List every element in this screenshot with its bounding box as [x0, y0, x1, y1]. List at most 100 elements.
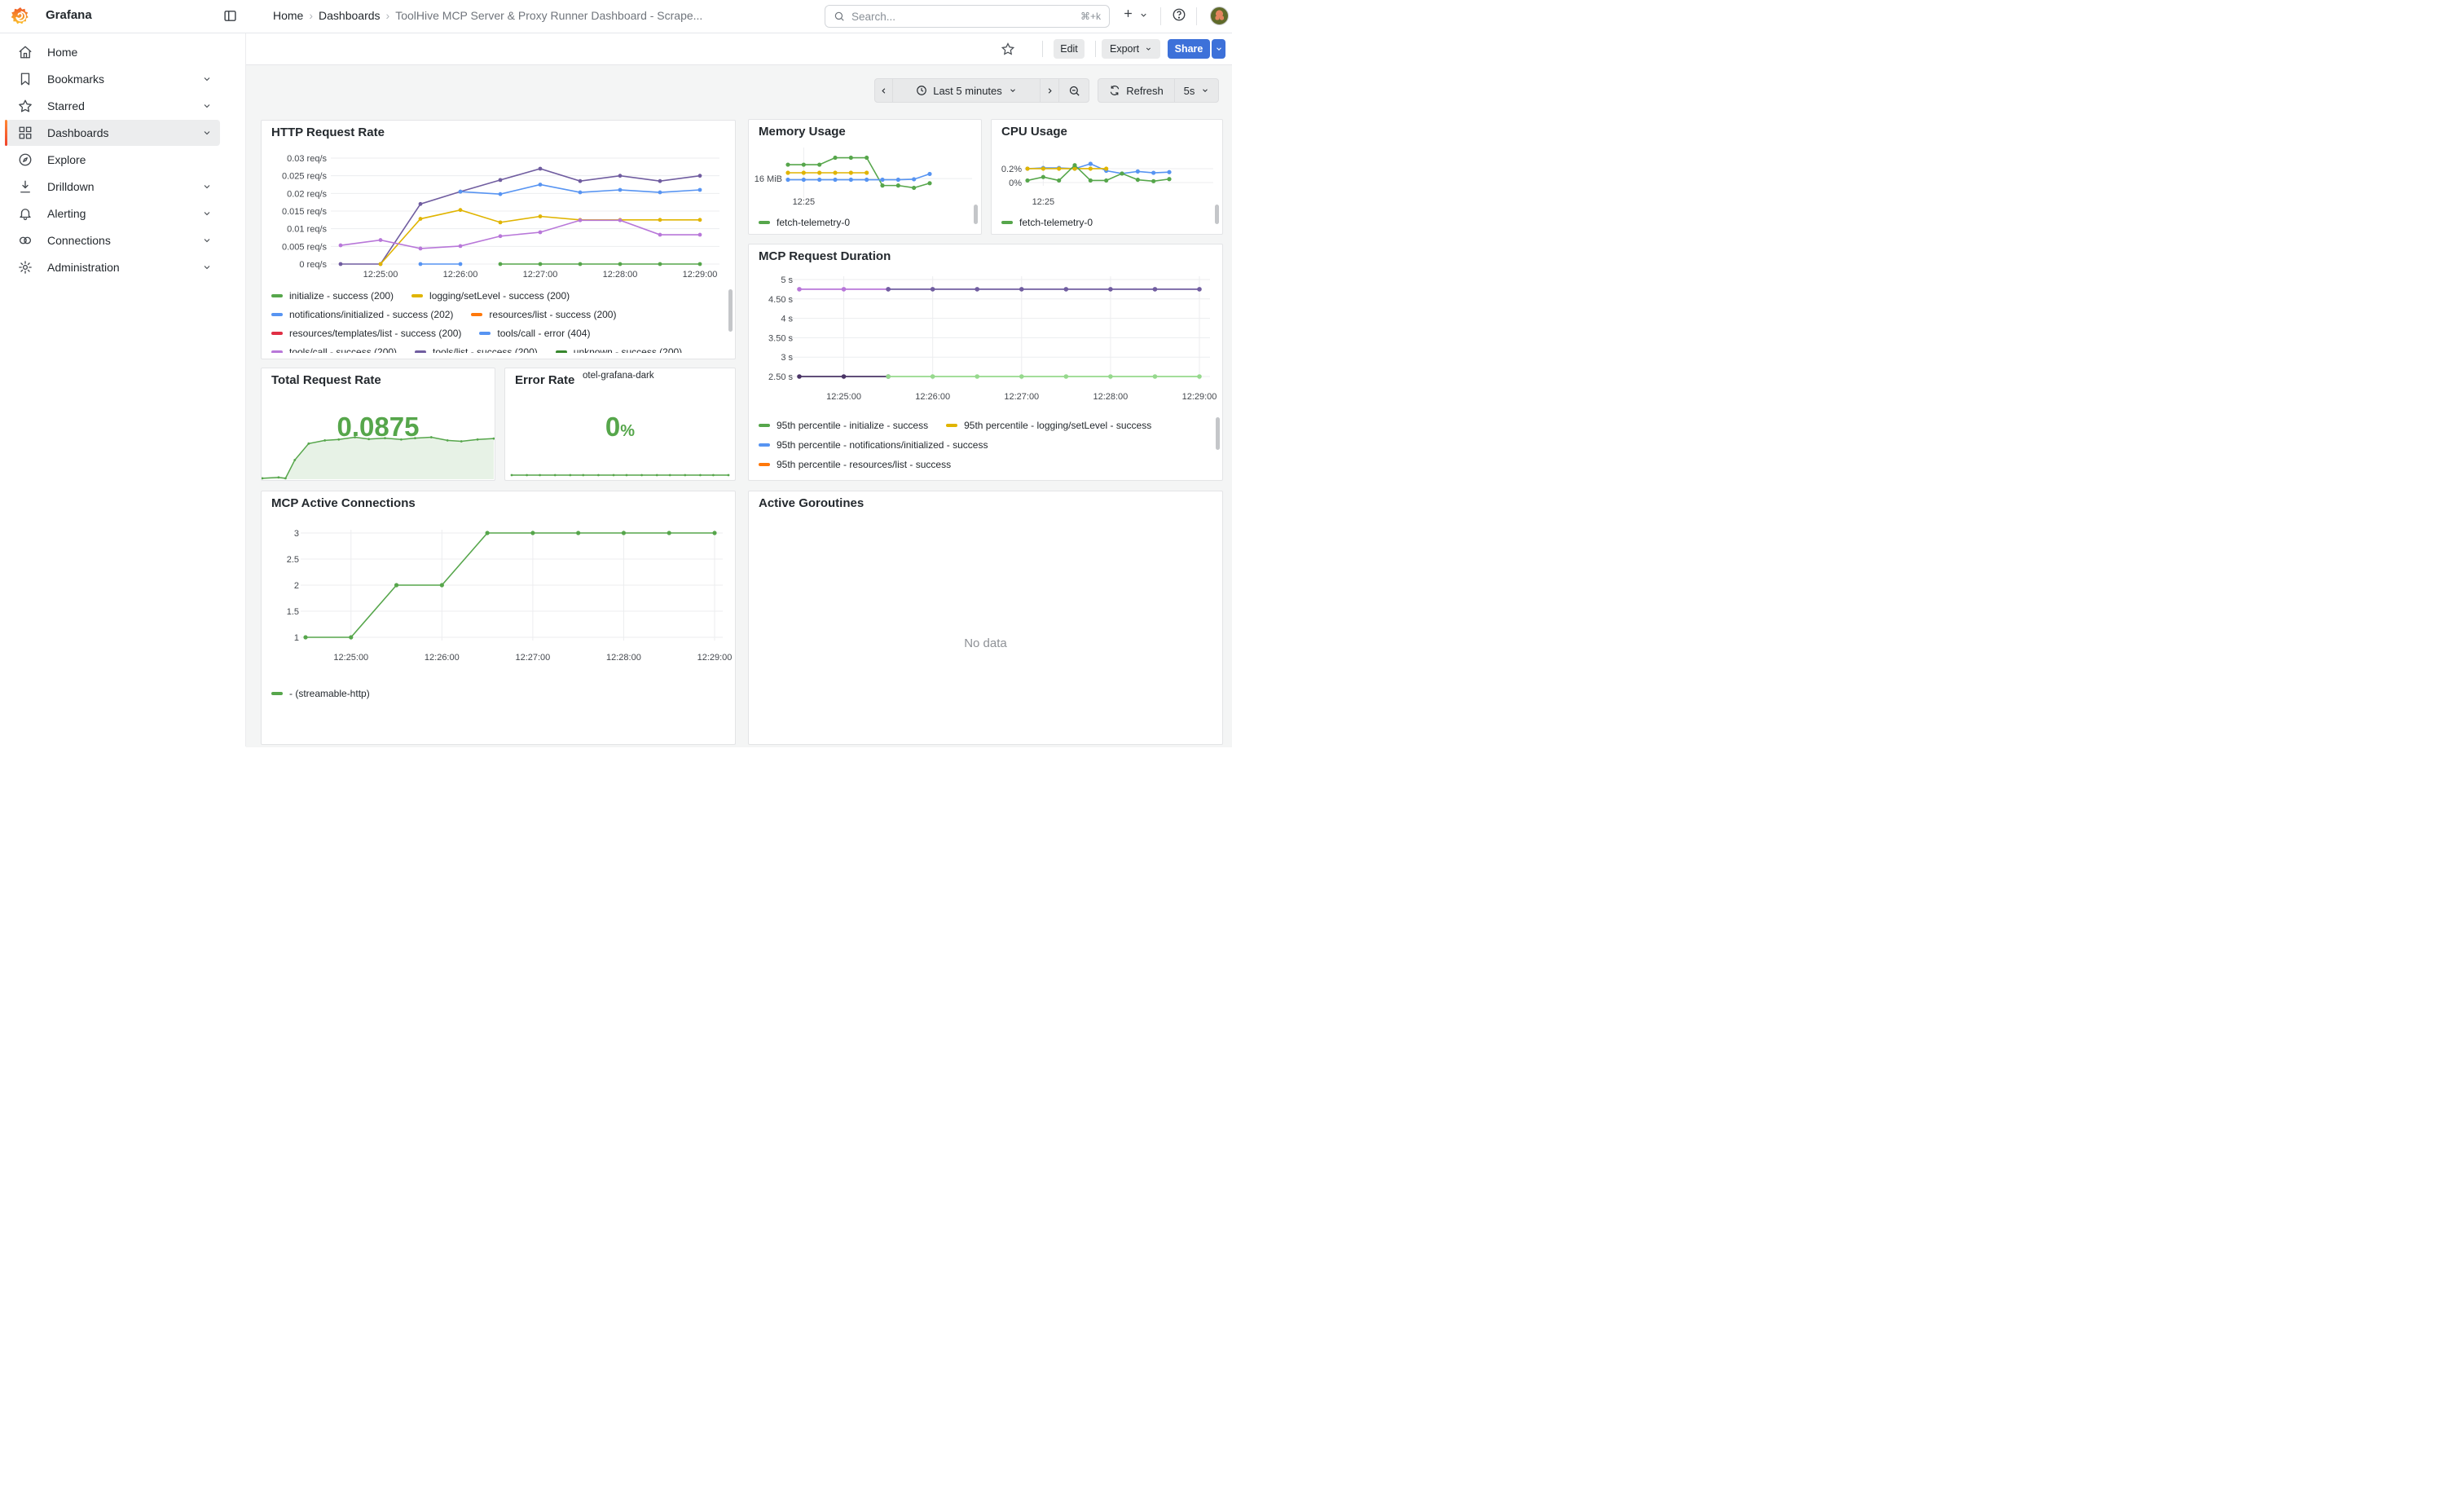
legend-item[interactable]: notifications/initialized - success (202…: [271, 309, 453, 320]
memory-legend: fetch-telemetry-0: [759, 213, 970, 232]
sidebar-item-drilldown[interactable]: Drilldown: [7, 174, 220, 200]
http-request-rate-chart: 0 req/s0.005 req/s0.01 req/s0.015 req/s0…: [262, 121, 736, 282]
breadcrumb-item: ToolHive MCP Server & Proxy Runner Dashb…: [395, 9, 702, 22]
legend-label: fetch-telemetry-0: [1019, 217, 1093, 228]
panel-memory-usage[interactable]: Memory Usage 16 MiB12:25 fetch-telemetry…: [748, 119, 982, 235]
add-button[interactable]: [1122, 7, 1134, 20]
legend-item[interactable]: resources/templates/list - success (200): [271, 328, 461, 339]
export-button[interactable]: Export: [1102, 39, 1160, 59]
legend-item[interactable]: tools/call - error (404): [479, 328, 590, 339]
time-forward-button[interactable]: [1040, 78, 1059, 103]
clock-icon: [916, 85, 927, 96]
zoom-out-icon: [1068, 85, 1080, 97]
legend-marker: [271, 294, 283, 297]
legend-label: unknown - success (200): [574, 346, 682, 354]
search-icon: [834, 11, 845, 22]
refresh-interval-picker[interactable]: 5s: [1174, 78, 1219, 103]
legend-marker: [1001, 221, 1013, 224]
legend-marker: [556, 350, 567, 354]
sidebar-item-label: Explore: [47, 153, 220, 166]
refresh-button[interactable]: Refresh: [1098, 78, 1175, 103]
breadcrumb: Home›Dashboards›ToolHive MCP Server & Pr…: [273, 9, 702, 22]
compass-icon: [18, 152, 33, 167]
svg-text:1: 1: [294, 633, 299, 643]
breadcrumb-separator: ›: [386, 9, 390, 22]
duration-legend: 95th percentile - initialize - success 95…: [759, 416, 1211, 476]
legend-item[interactable]: 95th percentile - notifications/initiali…: [759, 439, 988, 451]
panel-error-rate[interactable]: Error Rate otel-grafana-dark 0%: [504, 368, 736, 481]
legend-item[interactable]: unknown - success (200): [556, 346, 682, 354]
add-chevron-down-icon[interactable]: [1139, 11, 1148, 20]
user-avatar[interactable]: [1210, 7, 1229, 25]
legend-label: 95th percentile - initialize - success: [777, 420, 928, 431]
panel-mcp-active-connections[interactable]: MCP Active Connections 32.521.5112:25:00…: [261, 491, 736, 745]
sidebar-item-label: Dashboards: [47, 126, 202, 139]
panel-title: MCP Active Connections: [271, 496, 416, 510]
sidebar-toggle-icon[interactable]: [223, 9, 237, 23]
refresh-icon: [1109, 85, 1120, 96]
svg-text:4 s: 4 s: [781, 315, 793, 324]
legend-scrollbar[interactable]: [1216, 417, 1220, 450]
legend-scrollbar[interactable]: [728, 289, 733, 332]
panel-http-request-rate[interactable]: HTTP Request Rate 0 req/s0.005 req/s0.01…: [261, 120, 736, 359]
brand-title: Grafana: [46, 8, 92, 22]
sidebar-item-bookmarks[interactable]: Bookmarks: [7, 66, 220, 92]
breadcrumb-item[interactable]: Dashboards: [319, 9, 381, 22]
legend-item[interactable]: tools/list - success (200): [415, 346, 538, 354]
time-range-picker[interactable]: Last 5 minutes: [892, 78, 1041, 103]
sidebar-item-home[interactable]: Home: [7, 39, 220, 65]
legend-item[interactable]: - (streamable-http): [271, 688, 370, 699]
sidebar-item-explore[interactable]: Explore: [7, 147, 220, 173]
zoom-out-button[interactable]: [1058, 78, 1089, 103]
svg-text:12:27:00: 12:27:00: [515, 653, 550, 663]
http-legend: initialize - success (200) logging/setLev…: [271, 286, 724, 353]
share-button[interactable]: Share: [1168, 39, 1210, 59]
search-input[interactable]: Search... ⌘+k: [825, 5, 1110, 28]
sidebar-item-label: Administration: [47, 261, 202, 274]
breadcrumb-item[interactable]: Home: [273, 9, 303, 22]
sidebar: HomeBookmarks Starred Dashboards Explore Dri…: [0, 33, 246, 746]
panel-mcp-request-duration[interactable]: MCP Request Duration 5 s4.50 s4 s3.50 s3…: [748, 244, 1223, 481]
help-icon[interactable]: [1172, 7, 1186, 22]
panel-active-goroutines[interactable]: Active Goroutines No data: [748, 491, 1223, 745]
favorite-star-icon[interactable]: [1001, 42, 1015, 56]
sidebar-item-administration[interactable]: Administration: [7, 254, 220, 280]
legend-item[interactable]: fetch-telemetry-0: [759, 217, 850, 228]
sidebar-item-connections[interactable]: Connections: [7, 227, 220, 253]
chevron-down-icon: [202, 209, 212, 218]
svg-text:12:29:00: 12:29:00: [683, 270, 718, 280]
svg-text:12:25:00: 12:25:00: [363, 270, 398, 280]
legend-marker: [471, 313, 482, 316]
chevron-down-icon: [202, 236, 212, 245]
panel-total-request-rate[interactable]: Total Request Rate 0.0875: [261, 368, 495, 481]
svg-text:12:26:00: 12:26:00: [443, 270, 478, 280]
legend-item[interactable]: 95th percentile - logging/setLevel - suc…: [946, 420, 1151, 431]
chevron-down-icon: [1145, 45, 1152, 53]
panel-title: CPU Usage: [1001, 125, 1067, 139]
sidebar-item-label: Starred: [47, 99, 202, 112]
sidebar-item-dashboards[interactable]: Dashboards: [7, 120, 220, 146]
svg-text:12:25: 12:25: [1032, 197, 1055, 207]
sidebar-item-alerting[interactable]: Alerting: [7, 200, 220, 227]
legend-item[interactable]: resources/list - success (200): [471, 309, 616, 320]
legend-item[interactable]: tools/call - success (200): [271, 346, 397, 354]
legend-item[interactable]: initialize - success (200): [271, 290, 394, 302]
chevron-down-icon: [1215, 45, 1223, 53]
sidebar-item-starred[interactable]: Starred: [7, 93, 220, 119]
edit-button[interactable]: Edit: [1054, 39, 1085, 59]
legend-item[interactable]: logging/setLevel - success (200): [411, 290, 570, 302]
time-back-button[interactable]: [874, 78, 893, 103]
legend-scrollbar[interactable]: [974, 205, 978, 224]
share-chevron-button[interactable]: [1212, 39, 1225, 59]
svg-text:0.02 req/s: 0.02 req/s: [287, 189, 327, 199]
legend-item[interactable]: 95th percentile - initialize - success: [759, 420, 928, 431]
dashboards-icon: [18, 126, 33, 140]
legend-scrollbar[interactable]: [1215, 205, 1219, 224]
panel-cpu-usage[interactable]: CPU Usage 0.2%0%12:25 fetch-telemetry-0: [991, 119, 1223, 235]
legend-item[interactable]: 95th percentile - resources/list - succe…: [759, 459, 951, 470]
legend-label: resources/list - success (200): [489, 309, 616, 320]
mcp-active-connections-chart: 32.521.5112:25:0012:26:0012:27:0012:28:0…: [262, 491, 736, 669]
chevron-down-icon: [202, 262, 212, 272]
legend-item[interactable]: fetch-telemetry-0: [1001, 217, 1093, 228]
panel-title: Total Request Rate: [271, 373, 381, 387]
